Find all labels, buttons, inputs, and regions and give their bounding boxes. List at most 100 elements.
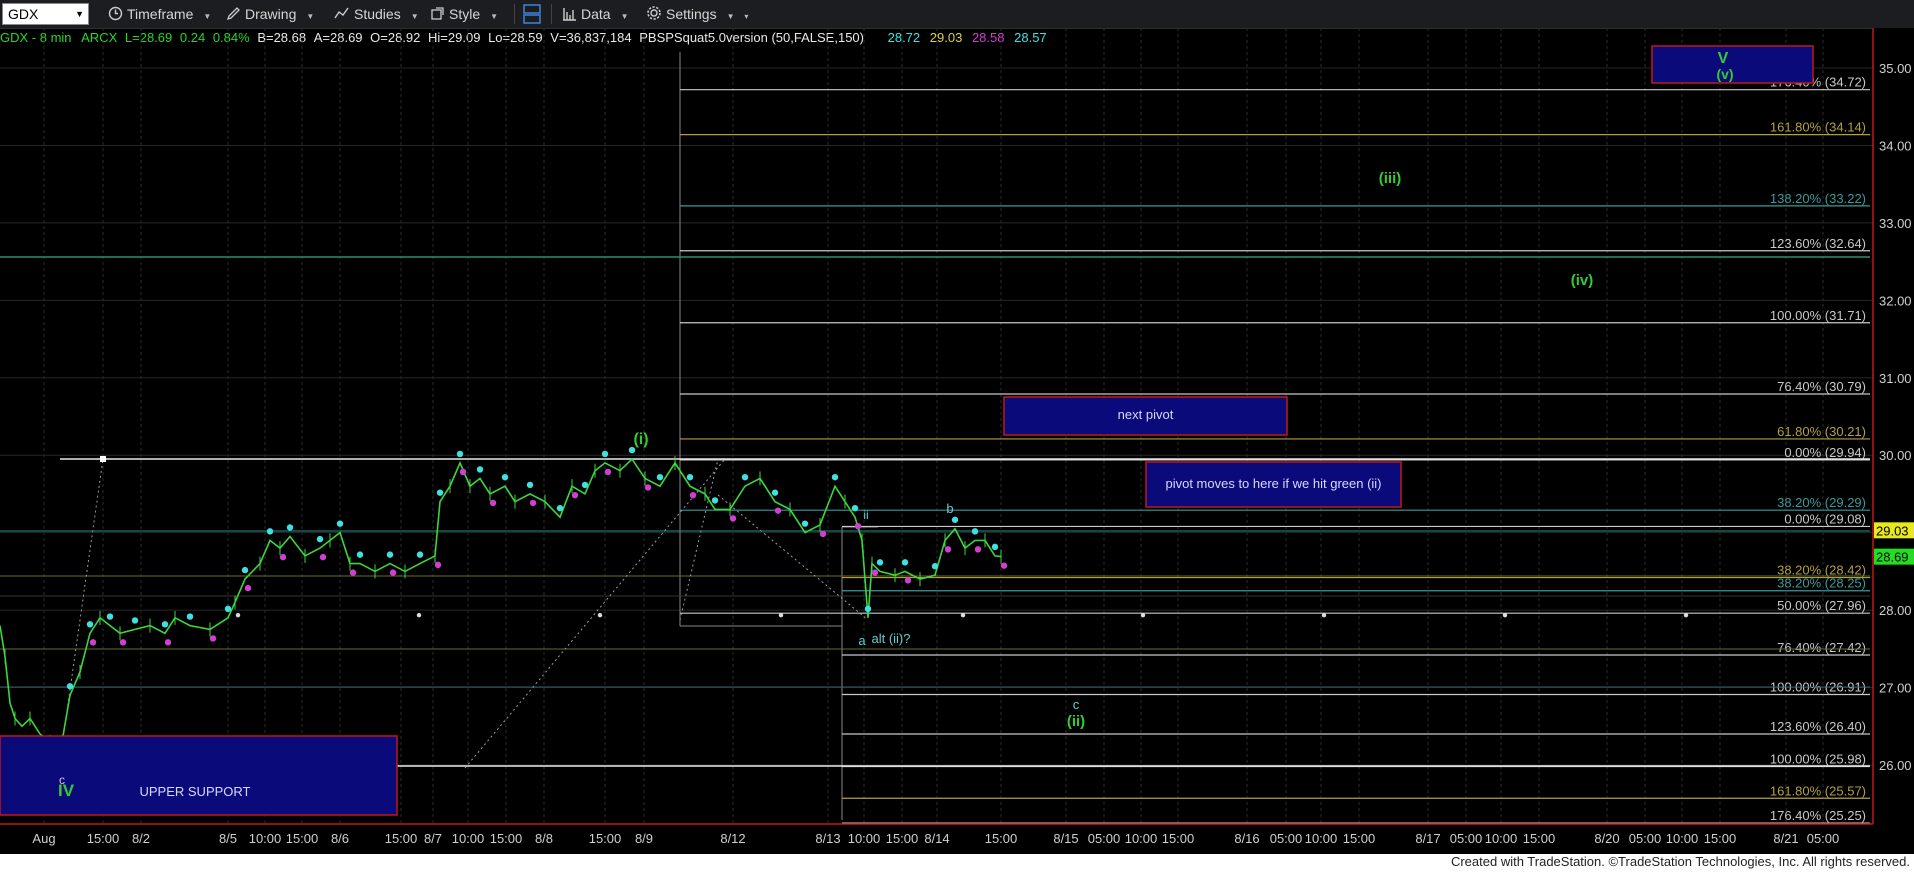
study-dot-magenta: [854, 522, 862, 530]
style-label: Style: [449, 6, 481, 22]
study-dot-cyan: [266, 528, 274, 535]
study-dot-cyan: [951, 516, 959, 523]
overflow-chevron-icon[interactable]: ▾: [744, 12, 748, 21]
study-dot-magenta: [389, 569, 397, 576]
chevron-down-icon: ▼: [306, 12, 315, 21]
time-tick-label: 15:00: [490, 831, 523, 846]
price-tick-label: 33.00: [1879, 216, 1912, 231]
chevron-down-icon: ▼: [726, 12, 735, 21]
study-dot-cyan: [386, 551, 394, 558]
layout-button[interactable]: [523, 4, 541, 24]
study-dot-magenta: [209, 635, 217, 642]
time-tick-label: 10:00: [452, 831, 485, 846]
fib-label: 176.40% (25.25): [1770, 808, 1866, 823]
settings-menu[interactable]: Settings ▼ ▾: [646, 5, 748, 23]
time-tick-label: Aug: [32, 831, 55, 846]
study-dot-magenta: [459, 468, 467, 476]
time-tick-label: 10:00: [848, 831, 881, 846]
symbol-input[interactable]: GDX ▼: [2, 3, 89, 25]
time-tick-label: 10:00: [1305, 831, 1338, 846]
time-tick-label: 15:00: [985, 831, 1018, 846]
time-tick-label: 8/13: [815, 831, 840, 846]
time-tick-label: 8/9: [635, 831, 653, 846]
time-tick-label: 8/15: [1053, 831, 1078, 846]
projection-dot: [1683, 612, 1689, 618]
price-chart[interactable]: 176.40% (34.72)161.80% (34.14)138.20% (3…: [0, 28, 1914, 854]
price-series: [0, 446, 1008, 766]
projection-dot: [1502, 612, 1508, 618]
time-tick-label: 15:00: [286, 831, 319, 846]
price-tick-label: 30.00: [1879, 448, 1912, 463]
time-tick-label: 15:00: [886, 831, 919, 846]
study-dot-cyan: [476, 466, 484, 473]
time-tick-label: 15:00: [1343, 831, 1376, 846]
study-dot-magenta: [689, 491, 697, 499]
gear-icon: [646, 5, 662, 25]
study-dot-cyan: [131, 617, 139, 624]
study-dot-cyan: [286, 524, 294, 531]
study-dot-cyan: [356, 551, 364, 558]
study-dot-cyan: [831, 473, 839, 481]
projection-dot: [235, 612, 241, 618]
style-menu[interactable]: Style ▼: [430, 5, 498, 23]
study-dot-cyan: [771, 489, 779, 496]
next-pivot-label: next pivot: [1117, 407, 1174, 422]
studies-icon: [334, 6, 350, 25]
data-menu[interactable]: Data ▼: [562, 5, 629, 23]
study-dot-cyan: [851, 504, 859, 512]
fib-label: 100.00% (31.71): [1770, 308, 1866, 323]
time-tick-label: 8/21: [1773, 831, 1798, 846]
fib-label: 161.80% (34.14): [1770, 120, 1866, 135]
time-tick-label: 15:00: [1523, 831, 1556, 846]
reference-lines: [0, 256, 1870, 767]
chevron-down-icon: ▼: [620, 12, 629, 21]
wave-label: c: [59, 773, 65, 787]
study-dot-cyan: [436, 489, 444, 496]
wave-label: alt (ii)?: [871, 631, 910, 646]
time-tick-label: 8/17: [1415, 831, 1440, 846]
study-dot-cyan: [901, 559, 909, 566]
chevron-down-icon[interactable]: ▼: [75, 4, 84, 24]
anchor-handle[interactable]: [100, 456, 106, 462]
drawing-menu[interactable]: Drawing ▼: [226, 5, 314, 23]
projection-dot: [416, 612, 422, 618]
time-tick-label: 8/12: [720, 831, 745, 846]
chart-toolbar: GDX ▼ Timeframe ▼ Drawing ▼ Studies ▼ Style…: [0, 0, 1914, 29]
layout-icon: [523, 4, 541, 27]
wave-label: (ii): [1067, 713, 1085, 730]
fib-label: 100.00% (25.98): [1770, 752, 1866, 767]
price-tick-label: 35.00: [1879, 61, 1912, 76]
study-dot-cyan: [556, 504, 564, 512]
time-tick-label: 8/6: [331, 831, 349, 846]
study-dot-cyan: [416, 551, 424, 558]
projection-dot: [1140, 612, 1146, 618]
time-tick-label: 05:00: [1270, 831, 1303, 846]
symbol-value: GDX: [8, 6, 39, 22]
projection-dot: [597, 612, 603, 618]
study-dot-magenta: [349, 569, 357, 576]
pencil-icon: [226, 6, 241, 25]
price-marker-label: 29.03: [1876, 523, 1909, 538]
study-dot-magenta: [871, 569, 879, 576]
pivot-moves-label: pivot moves to here if we hit green (ii): [1165, 476, 1382, 491]
projection-dot: [1321, 612, 1327, 618]
fib-label: 161.80% (25.57): [1770, 783, 1866, 798]
study-dot-magenta: [944, 546, 952, 553]
toolbar-divider: [514, 4, 515, 24]
price-line: [0, 457, 1002, 766]
studies-menu[interactable]: Studies ▼: [334, 5, 419, 23]
time-tick-label: 8/16: [1234, 831, 1259, 846]
fib-label: 76.40% (30.79): [1777, 379, 1866, 394]
last-price-label: 28.69: [1876, 550, 1909, 565]
study-dot-cyan: [711, 497, 719, 504]
study-dot-cyan: [864, 605, 872, 613]
study-dot-cyan: [991, 543, 999, 551]
wave-label: b: [946, 501, 953, 516]
time-tick-label: 10:00: [1485, 831, 1518, 846]
time-tick-label: 8/20: [1594, 831, 1619, 846]
study-dot-magenta: [529, 499, 537, 507]
study-dot-magenta: [164, 639, 172, 646]
timeframe-menu[interactable]: Timeframe ▼: [108, 5, 211, 23]
fib-label: 0.00% (29.08): [1784, 511, 1866, 526]
study-dot-magenta: [974, 546, 982, 553]
